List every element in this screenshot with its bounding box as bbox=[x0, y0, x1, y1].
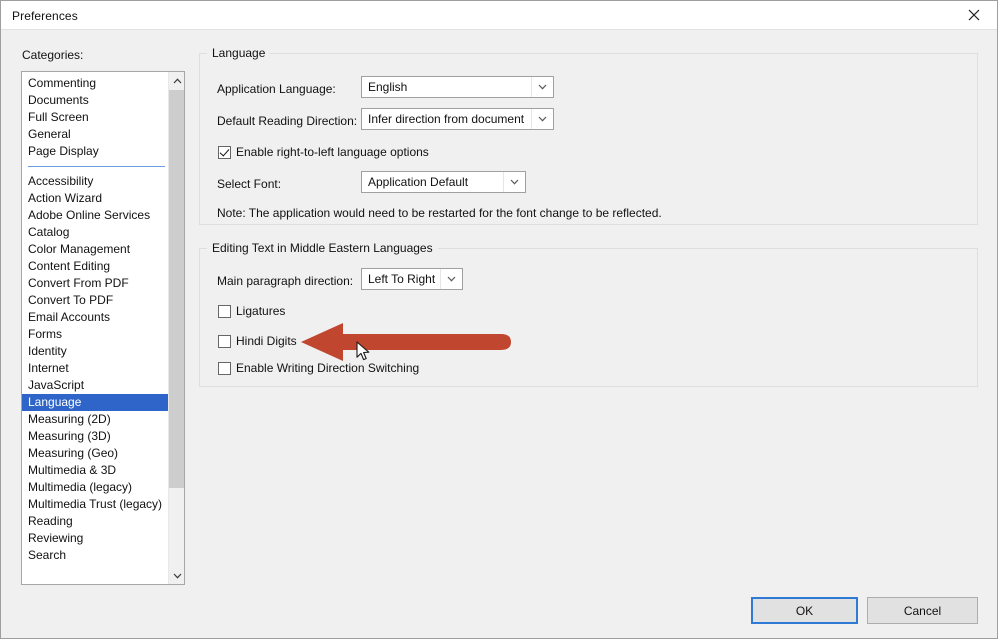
list-item[interactable]: Color Management bbox=[22, 241, 168, 258]
list-item[interactable]: Measuring (2D) bbox=[22, 411, 168, 428]
checkbox-box bbox=[218, 335, 231, 348]
list-item[interactable]: Forms bbox=[22, 326, 168, 343]
list-item[interactable]: Multimedia & 3D bbox=[22, 462, 168, 479]
sidebar-item-language[interactable]: Language bbox=[22, 394, 168, 411]
list-item[interactable]: Reviewing bbox=[22, 530, 168, 547]
default-reading-direction-label: Default Reading Direction: bbox=[217, 114, 357, 128]
list-item[interactable]: Search bbox=[22, 547, 168, 564]
scrollbar-thumb[interactable] bbox=[169, 90, 185, 488]
list-item[interactable]: General bbox=[22, 126, 168, 143]
hindi-digits-label: Hindi Digits bbox=[236, 334, 297, 348]
application-language-value: English bbox=[362, 80, 531, 94]
list-item[interactable]: Multimedia Trust (legacy) bbox=[22, 496, 168, 513]
chevron-down-icon bbox=[531, 77, 553, 97]
default-reading-direction-value: Infer direction from document bbox=[362, 112, 531, 126]
checkbox-box bbox=[218, 305, 231, 318]
list-item[interactable]: Convert From PDF bbox=[22, 275, 168, 292]
chevron-down-icon bbox=[503, 172, 525, 192]
list-separator bbox=[22, 160, 168, 173]
enable-rtl-label: Enable right-to-left language options bbox=[236, 145, 429, 159]
list-item[interactable]: Page Display bbox=[22, 143, 168, 160]
category-items: Commenting Documents Full Screen General… bbox=[22, 72, 168, 564]
checkbox-box bbox=[218, 362, 231, 375]
select-font-select[interactable]: Application Default bbox=[361, 171, 526, 193]
window-title: Preferences bbox=[12, 9, 78, 23]
enable-writing-direction-switching-label: Enable Writing Direction Switching bbox=[236, 361, 419, 375]
chevron-down-icon[interactable] bbox=[169, 567, 185, 584]
category-listbox[interactable]: Commenting Documents Full Screen General… bbox=[21, 71, 185, 585]
list-item[interactable]: Convert To PDF bbox=[22, 292, 168, 309]
list-item[interactable]: Internet bbox=[22, 360, 168, 377]
application-language-select[interactable]: English bbox=[361, 76, 554, 98]
main-paragraph-direction-select[interactable]: Left To Right bbox=[361, 268, 463, 290]
select-font-label: Select Font: bbox=[217, 177, 281, 191]
font-restart-note: Note: The application would need to be r… bbox=[217, 206, 662, 220]
middle-eastern-groupbox: Editing Text in Middle Eastern Languages… bbox=[199, 248, 978, 387]
list-item[interactable]: Multimedia (legacy) bbox=[22, 479, 168, 496]
list-item[interactable]: Commenting bbox=[22, 75, 168, 92]
list-item[interactable]: Measuring (Geo) bbox=[22, 445, 168, 462]
main-paragraph-direction-value: Left To Right bbox=[362, 272, 440, 286]
cancel-button[interactable]: Cancel bbox=[867, 597, 978, 624]
list-item[interactable]: JavaScript bbox=[22, 377, 168, 394]
enable-rtl-checkbox[interactable]: Enable right-to-left language options bbox=[218, 145, 429, 159]
list-item[interactable]: Reading bbox=[22, 513, 168, 530]
default-reading-direction-select[interactable]: Infer direction from document bbox=[361, 108, 554, 130]
close-icon[interactable] bbox=[951, 1, 997, 29]
list-item[interactable]: Email Accounts bbox=[22, 309, 168, 326]
list-item[interactable]: Content Editing bbox=[22, 258, 168, 275]
list-item[interactable]: Full Screen bbox=[22, 109, 168, 126]
list-item[interactable]: Adobe Online Services bbox=[22, 207, 168, 224]
application-language-label: Application Language: bbox=[217, 82, 336, 96]
category-list-scrollbar[interactable] bbox=[168, 72, 184, 584]
ligatures-label: Ligatures bbox=[236, 304, 285, 318]
middle-eastern-group-title: Editing Text in Middle Eastern Languages bbox=[207, 241, 438, 255]
cancel-button-label: Cancel bbox=[904, 604, 941, 618]
preferences-dialog: Preferences Categories: Commenting Docum… bbox=[0, 0, 998, 639]
language-groupbox: Language Application Language: English D… bbox=[199, 53, 978, 225]
chevron-down-icon bbox=[440, 269, 462, 289]
ok-button[interactable]: OK bbox=[751, 597, 858, 624]
list-item[interactable]: Accessibility bbox=[22, 173, 168, 190]
chevron-down-icon bbox=[531, 109, 553, 129]
ok-button-label: OK bbox=[796, 604, 813, 618]
checkbox-box bbox=[218, 146, 231, 159]
categories-label: Categories: bbox=[22, 48, 83, 62]
list-item[interactable]: Identity bbox=[22, 343, 168, 360]
list-item[interactable]: Documents bbox=[22, 92, 168, 109]
list-item[interactable]: Measuring (3D) bbox=[22, 428, 168, 445]
language-group-title: Language bbox=[207, 46, 270, 60]
select-font-value: Application Default bbox=[362, 175, 503, 189]
enable-writing-direction-switching-checkbox[interactable]: Enable Writing Direction Switching bbox=[218, 361, 419, 375]
main-paragraph-direction-label: Main paragraph direction: bbox=[217, 274, 353, 288]
chevron-up-icon[interactable] bbox=[169, 72, 185, 89]
hindi-digits-checkbox[interactable]: Hindi Digits bbox=[218, 334, 297, 348]
title-bar: Preferences bbox=[1, 1, 997, 30]
list-item[interactable]: Action Wizard bbox=[22, 190, 168, 207]
list-item[interactable]: Catalog bbox=[22, 224, 168, 241]
ligatures-checkbox[interactable]: Ligatures bbox=[218, 304, 285, 318]
